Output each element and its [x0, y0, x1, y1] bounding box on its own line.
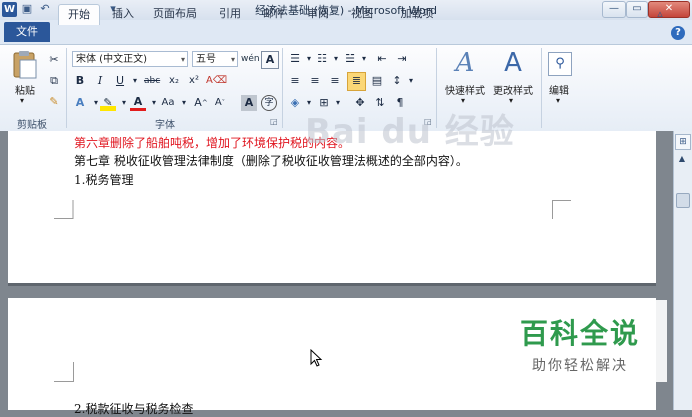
increase-indent-icon[interactable]: ⇥: [394, 51, 410, 67]
italic-icon[interactable]: I: [92, 73, 108, 89]
bold-icon[interactable]: B: [72, 73, 88, 89]
align-center-icon[interactable]: ≡: [307, 73, 323, 89]
crop-mark: [54, 200, 74, 219]
crop-mark: [552, 200, 571, 219]
scroll-up-icon[interactable]: ▲: [675, 152, 689, 166]
subscript-icon[interactable]: x₂: [166, 73, 182, 89]
justify-icon[interactable]: ≣: [347, 72, 366, 91]
maximize-button[interactable]: ▭: [626, 1, 648, 18]
watermark-subtitle: 助你轻松解决: [532, 358, 628, 374]
tab-insert[interactable]: 插入: [104, 4, 142, 24]
doc-line-tax-collection[interactable]: 2.税款征收与税务检查: [74, 400, 193, 417]
clear-formatting-icon[interactable]: A⌫: [206, 73, 227, 89]
copy-icon[interactable]: ⧉: [46, 73, 62, 89]
multilevel-dropdown-icon[interactable]: ▾: [356, 51, 372, 67]
minimize-ribbon-icon[interactable]: ▵: [652, 4, 668, 24]
tab-page-layout[interactable]: 页面布局: [146, 4, 204, 24]
ruler-toggle-icon[interactable]: ⊞: [675, 134, 691, 150]
character-shading-icon[interactable]: A: [241, 95, 257, 111]
pinyin-guide-icon[interactable]: wén: [241, 51, 260, 67]
line-spacing-dropdown-icon[interactable]: ▾: [403, 73, 419, 89]
font-group-label: 字体: [155, 120, 175, 131]
mouse-cursor-icon: [310, 349, 323, 367]
page-shadow: [8, 283, 656, 286]
enclose-characters-icon[interactable]: 字: [261, 95, 277, 111]
font-name-combobox[interactable]: 宋体 (中文正文) ▾: [72, 51, 188, 67]
font-color-icon[interactable]: A: [130, 95, 146, 111]
tab-addins[interactable]: 加载项: [392, 4, 442, 24]
underline-icon[interactable]: U: [112, 73, 128, 89]
crop-mark: [54, 362, 74, 382]
font-size-combobox[interactable]: 五号 ▾: [192, 51, 238, 67]
tab-view[interactable]: 视图: [344, 4, 380, 24]
change-case-dropdown-icon[interactable]: ▾: [176, 95, 192, 111]
doc-line-chapter7[interactable]: 第七章 税收征收管理法律制度（删除了税收征收管理法概述的全部内容）。: [74, 152, 468, 169]
align-left-icon[interactable]: ≡: [287, 73, 303, 89]
format-painter-icon[interactable]: ✎: [46, 94, 62, 110]
paste-button[interactable]: 粘贴: [8, 82, 42, 97]
quick-styles-button[interactable]: 快速样式: [440, 82, 490, 97]
baidu-jingyan-watermark: Bai du 经验: [305, 112, 515, 152]
scrollbar-thumb[interactable]: [676, 193, 690, 208]
superscript-icon[interactable]: x²: [186, 73, 202, 89]
editing-dropdown-icon[interactable]: ▾: [556, 96, 560, 105]
text-effects-icon[interactable]: A: [72, 95, 88, 111]
tab-home[interactable]: 开始: [58, 4, 100, 25]
grow-font-icon[interactable]: A^: [193, 95, 209, 111]
quick-styles-icon[interactable]: A: [448, 48, 482, 78]
minimize-button[interactable]: —: [602, 1, 626, 18]
shrink-font-icon[interactable]: Aˇ: [212, 95, 228, 111]
highlight-color-icon[interactable]: ✎: [100, 95, 116, 111]
find-icon[interactable]: ⚲: [548, 52, 572, 76]
clipboard-paste-icon[interactable]: [10, 50, 38, 80]
editing-button[interactable]: 编辑: [544, 82, 574, 97]
vertical-scrollbar[interactable]: [673, 131, 692, 410]
ribbon-separator: [66, 48, 67, 128]
paste-dropdown-icon[interactable]: ▾: [20, 96, 24, 105]
cut-icon[interactable]: ✂: [46, 52, 62, 68]
strikethrough-icon[interactable]: abc: [144, 73, 160, 89]
watermark-title: 百科全说: [519, 317, 640, 350]
tab-references[interactable]: 引用: [212, 4, 248, 24]
ribbon-separator: [282, 48, 283, 128]
character-border-icon[interactable]: A: [261, 51, 279, 69]
clipboard-group-label: 剪贴板: [17, 120, 47, 131]
change-styles-icon[interactable]: A: [496, 48, 530, 78]
ribbon-separator: [541, 48, 542, 128]
tab-file[interactable]: 文件: [4, 22, 50, 42]
align-right-icon[interactable]: ≡: [327, 73, 343, 89]
distributed-icon[interactable]: ▤: [369, 73, 385, 89]
tab-mailings[interactable]: 邮件: [256, 4, 292, 24]
help-icon[interactable]: ?: [671, 26, 685, 40]
change-styles-button[interactable]: 更改样式: [488, 82, 538, 97]
change-case-icon[interactable]: Aa: [160, 95, 176, 111]
decrease-indent-icon[interactable]: ⇤: [374, 51, 390, 67]
font-dialog-launcher-icon[interactable]: ◲: [270, 117, 278, 126]
underline-dropdown-icon[interactable]: ▾: [127, 73, 143, 89]
tab-review[interactable]: 审阅: [300, 4, 336, 24]
doc-line-tax-admin[interactable]: 1.税务管理: [74, 171, 133, 188]
